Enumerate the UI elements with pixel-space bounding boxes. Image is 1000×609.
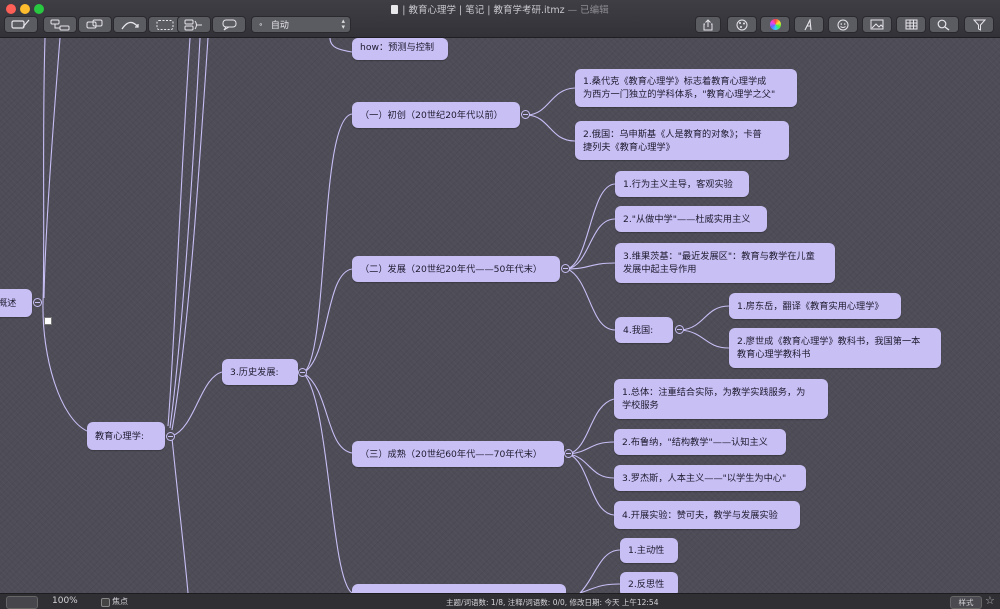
period-1-collapse-button[interactable] — [521, 110, 530, 119]
style-button[interactable]: 样式 — [950, 596, 982, 609]
period-3-node[interactable]: （三）成熟（20世纪60年代——70年代末） — [352, 441, 564, 467]
summary-icon — [184, 19, 202, 30]
topic-button[interactable] — [4, 16, 38, 33]
topic-icon — [11, 19, 30, 29]
period-2-child-1[interactable]: 1.行为主义主导，客观实验 — [615, 171, 749, 197]
root-node[interactable]: 教育心理学: — [87, 422, 165, 450]
relationship-icon — [86, 19, 103, 28]
color-wheel-icon — [769, 19, 781, 30]
star-icon[interactable]: ☆ — [985, 594, 995, 607]
share-icon — [703, 18, 713, 30]
period-1-node[interactable]: （一）初创（20世纪20年代以前） — [352, 102, 520, 128]
focus-label: 焦点 — [112, 597, 128, 606]
color-button[interactable] — [760, 16, 790, 33]
root-collapse-button[interactable] — [166, 432, 175, 441]
callout-button[interactable] — [212, 16, 246, 33]
relationship-button[interactable] — [78, 16, 112, 33]
overview-collapse-button[interactable] — [33, 298, 42, 307]
emoji-icon — [837, 19, 849, 30]
share-button[interactable] — [695, 16, 721, 33]
period-1-child-2[interactable]: 2.俄国：乌申斯基《人是教育的对象》；卡普 捷列夫《教育心理学》 — [575, 121, 789, 160]
period-3-child-4[interactable]: 4.开展实验：赞可夫，教学与发展实验 — [614, 501, 800, 529]
document-icon — [391, 5, 399, 14]
boundary-icon — [156, 19, 174, 30]
focus-checkbox[interactable] — [101, 598, 110, 607]
period-4-child-2[interactable]: 2.反思性 — [620, 572, 678, 593]
summary-button[interactable] — [177, 16, 211, 33]
edited-status: — 已编辑 — [567, 5, 609, 16]
period-2-collapse-button[interactable] — [561, 264, 570, 273]
mindmap-canvas[interactable]: 概述 how：预测与控制 教育心理学: 3.历史发展: （一）初创（20世纪20… — [0, 38, 1000, 593]
window-titlebar: | 教育心理学 | 笔记 | 教育学考研.itmz — 已编辑 ⚬ 自动 ▴ ▾ — [0, 0, 1000, 38]
top-partial-node[interactable]: how：预测与控制 — [352, 38, 448, 60]
select-arrows-icon: ▴ ▾ — [341, 17, 345, 31]
table-icon — [905, 19, 917, 30]
theme-button[interactable] — [727, 16, 757, 33]
history-collapse-button[interactable] — [298, 368, 307, 377]
search-icon — [937, 19, 950, 31]
period-2-child-4-sub-1[interactable]: 1.房东岳，翻译《教育实用心理学》 — [729, 293, 901, 319]
layout-select[interactable]: ⚬ 自动 ▴ ▾ — [251, 16, 351, 33]
callout-arrow-icon — [121, 21, 139, 29]
callout-icon — [222, 19, 237, 30]
period-3-child-3[interactable]: 3.罗杰斯，人本主义——"以学生为中心" — [614, 465, 806, 491]
period-2-child-3[interactable]: 3.维果茨基："最近发展区"：教育与教学在儿童 发展中起主导作用 — [615, 243, 835, 283]
overview-node[interactable]: 概述 — [0, 289, 32, 317]
period-4-child-1[interactable]: 1.主动性 — [620, 538, 678, 563]
zoom-level[interactable]: 100% — [52, 596, 78, 606]
font-icon — [804, 18, 812, 30]
period-1-child-1[interactable]: 1.桑代克《教育心理学》标志着教育心理学成 为西方一门独立的学科体系，"教育心理… — [575, 69, 797, 107]
document-info: 主题/词语数: 1/8, 注释/词语数: 0/0, 修改日期: 今天 上午12:… — [446, 598, 659, 607]
selection-handle[interactable] — [44, 317, 52, 325]
search-button[interactable] — [929, 16, 959, 33]
layout-dot-icon: ⚬ — [258, 20, 264, 29]
period-3-child-1[interactable]: 1.总体：注重结合实际，为教学实践服务，为 学校服务 — [614, 379, 828, 419]
history-node[interactable]: 3.历史发展: — [222, 359, 298, 385]
window-title: | 教育心理学 | 笔记 | 教育学考研.itmz — 已编辑 — [0, 2, 1000, 16]
callout-arrow-button[interactable] — [113, 16, 147, 33]
period-2-child-4-collapse-button[interactable] — [675, 325, 684, 334]
image-button[interactable] — [862, 16, 892, 33]
status-bar: 100% 焦点 主题/词语数: 1/8, 注释/词语数: 0/0, 修改日期: … — [0, 593, 1000, 609]
filter-icon — [972, 19, 986, 31]
theme-icon — [736, 19, 748, 30]
table-button[interactable] — [896, 16, 926, 33]
filter-button[interactable] — [964, 16, 994, 33]
window-title-text: | 教育心理学 | 笔记 | 教育学考研.itmz — [402, 5, 565, 16]
image-icon — [870, 19, 884, 30]
font-button[interactable] — [794, 16, 824, 33]
period-3-collapse-button[interactable] — [564, 449, 573, 458]
period-2-child-4[interactable]: 4.我国: — [615, 317, 673, 343]
view-mode-button[interactable] — [6, 596, 38, 609]
period-2-child-4-sub-2[interactable]: 2.廖世成《教育心理学》教科书，我国第一本 教育心理学教科书 — [729, 328, 941, 368]
emoji-button[interactable] — [828, 16, 858, 33]
period-2-node[interactable]: （二）发展（20世纪20年代——50年代末） — [352, 256, 560, 282]
period-3-child-2[interactable]: 2.布鲁纳，"结构教学"——认知主义 — [614, 429, 786, 455]
subtopic-icon — [50, 19, 70, 30]
subtopic-button[interactable] — [43, 16, 77, 33]
period-4-node[interactable] — [352, 584, 566, 593]
layout-select-value: 自动 — [270, 21, 289, 31]
period-2-child-2[interactable]: 2."从做中学"——杜威实用主义 — [615, 206, 767, 232]
